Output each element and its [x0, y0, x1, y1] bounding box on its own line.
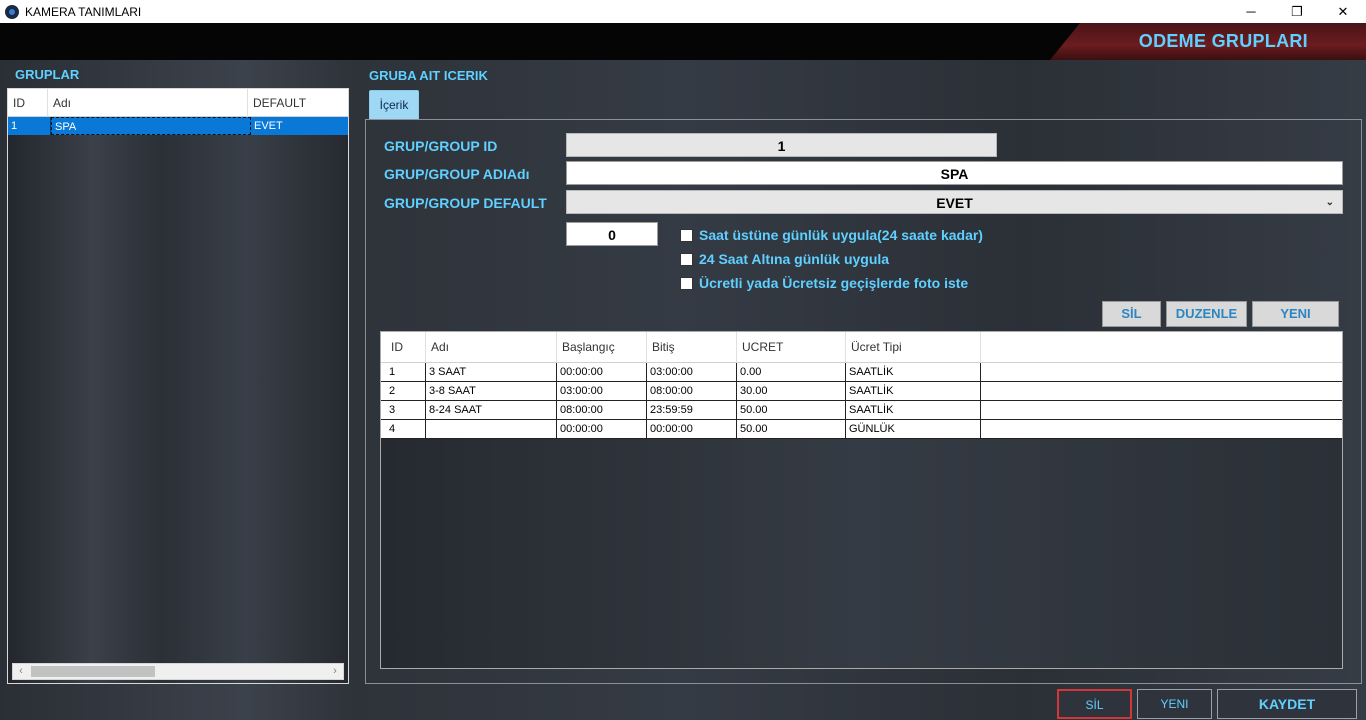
delete-rule-button[interactable]: SİL [1102, 301, 1161, 327]
col-price[interactable]: UCRET [737, 332, 846, 363]
scroll-left-icon[interactable]: ‹ [13, 664, 29, 679]
close-button[interactable]: ✕ [1320, 0, 1366, 23]
cell-empty [981, 382, 1342, 400]
chevron-down-icon: ⌄ [1325, 197, 1334, 208]
new-rule-button[interactable]: YENI [1252, 301, 1339, 327]
groups-col-id[interactable]: ID [8, 89, 48, 117]
cell-end: 00:00:00 [647, 420, 737, 438]
save-button[interactable]: KAYDET [1217, 689, 1357, 719]
cell-empty [981, 420, 1342, 438]
header-bar: ODEME GRUPLARI [0, 23, 1366, 60]
col-empty [981, 332, 1342, 363]
group-default-value: EVET [936, 195, 973, 211]
daily-under-24-checkbox[interactable] [680, 252, 693, 266]
group-name-label: GRUP/GROUP ADIAdı [384, 166, 530, 182]
cell-id: 3 [386, 401, 426, 419]
col-name[interactable]: Adı [426, 332, 557, 363]
cell-name: 3-8 SAAT [426, 382, 557, 400]
groups-grid[interactable]: ID Adı DEFAULT 1 SPA EVET ‹ › [7, 88, 349, 684]
pricing-grid-header: ID Adı Başlangıç Bitiş UCRET Ücret Tipi [381, 332, 1342, 363]
group-default-select[interactable]: EVET ⌄ [566, 190, 1343, 214]
photo-request-checkbox-row[interactable]: Ücretli yada Ücretsiz geçişlerde foto is… [680, 274, 968, 292]
cell-end: 08:00:00 [647, 382, 737, 400]
cell-price: 50.00 [737, 401, 846, 419]
cell-start: 00:00:00 [557, 420, 647, 438]
photo-request-checkbox[interactable] [680, 276, 693, 290]
horizontal-scrollbar[interactable]: ‹ › [12, 663, 344, 680]
group-name-field[interactable]: SPA [566, 161, 1343, 185]
cell-price-type: SAATLİK [846, 382, 981, 400]
scrollbar-thumb[interactable] [31, 666, 155, 677]
groups-col-name[interactable]: Adı [48, 89, 248, 117]
group-default-cell: EVET [254, 120, 283, 132]
groups-grid-header: ID Adı DEFAULT [8, 89, 348, 117]
cell-empty [981, 363, 1342, 381]
daily-over-hours-label: Saat üstüne günlük uygula(24 saate kadar… [699, 227, 983, 243]
daily-over-hours-checkbox-row[interactable]: Saat üstüne günlük uygula(24 saate kadar… [680, 226, 983, 244]
cell-start: 08:00:00 [557, 401, 647, 419]
photo-request-label: Ücretli yada Ücretsiz geçişlerde foto is… [699, 275, 969, 291]
daily-under-24-checkbox-row[interactable]: 24 Saat Altına günlük uygula [680, 250, 889, 268]
cell-name: 8-24 SAAT [426, 401, 557, 419]
cell-price: 0.00 [737, 363, 846, 381]
cell-id: 1 [386, 363, 426, 381]
hours-input[interactable]: 0 [566, 222, 658, 246]
groups-col-default[interactable]: DEFAULT [248, 89, 348, 117]
delete-group-button[interactable]: SİL [1057, 689, 1132, 719]
groups-section-label: GRUPLAR [15, 67, 80, 82]
cell-id: 4 [386, 420, 426, 438]
cell-name: 3 SAAT [426, 363, 557, 381]
group-default-label: GRUP/GROUP DEFAULT [384, 195, 547, 211]
cell-end: 23:59:59 [647, 401, 737, 419]
cell-price-type: SAATLİK [846, 401, 981, 419]
tab-icerik[interactable]: İçerik [369, 90, 419, 120]
new-group-button[interactable]: YENI [1137, 689, 1212, 719]
window-titlebar: KAMERA TANIMLARI ─ ❐ ✕ [0, 0, 1366, 23]
group-content-label: GRUBA AIT ICERIK [369, 68, 488, 83]
group-id-field[interactable]: 1 [566, 133, 997, 157]
cell-price-type: GÜNLÜK [846, 420, 981, 438]
page-title: ODEME GRUPLARI [1138, 31, 1308, 51]
table-row[interactable]: 1 3 SAAT 00:00:00 03:00:00 0.00 SAATLİK [381, 363, 1342, 382]
window-controls: ─ ❐ ✕ [1228, 0, 1366, 23]
cell-start: 00:00:00 [557, 363, 647, 381]
col-start[interactable]: Başlangıç [557, 332, 647, 363]
table-row[interactable]: 3 8-24 SAAT 08:00:00 23:59:59 50.00 SAAT… [381, 401, 1342, 420]
cell-price: 30.00 [737, 382, 846, 400]
pricing-grid[interactable]: ID Adı Başlangıç Bitiş UCRET Ücret Tipi … [380, 331, 1343, 669]
table-row[interactable]: 1 SPA EVET [8, 117, 348, 135]
cell-id: 2 [386, 382, 426, 400]
edit-rule-button[interactable]: DUZENLE [1166, 301, 1247, 327]
col-id[interactable]: ID [386, 332, 426, 363]
cell-start: 03:00:00 [557, 382, 647, 400]
group-id-label: GRUP/GROUP ID [384, 138, 498, 154]
restore-button[interactable]: ❐ [1274, 0, 1320, 23]
daily-over-hours-checkbox[interactable] [680, 228, 693, 242]
app-camera-icon [5, 4, 19, 19]
cell-name [426, 420, 557, 438]
scroll-right-icon[interactable]: › [327, 664, 343, 679]
table-row[interactable]: 4 00:00:00 00:00:00 50.00 GÜNLÜK [381, 420, 1342, 439]
daily-under-24-label: 24 Saat Altına günlük uygula [699, 251, 890, 267]
group-name-cell: SPA [51, 117, 251, 135]
group-id-cell: 1 [8, 117, 51, 135]
window-title: KAMERA TANIMLARI [25, 4, 142, 19]
cell-end: 03:00:00 [647, 363, 737, 381]
col-end[interactable]: Bitiş [647, 332, 737, 363]
cell-price: 50.00 [737, 420, 846, 438]
minimize-button[interactable]: ─ [1228, 0, 1274, 23]
cell-price-type: SAATLİK [846, 363, 981, 381]
cell-empty [981, 401, 1342, 419]
col-price-type[interactable]: Ücret Tipi [846, 332, 981, 363]
table-row[interactable]: 2 3-8 SAAT 03:00:00 08:00:00 30.00 SAATL… [381, 382, 1342, 401]
